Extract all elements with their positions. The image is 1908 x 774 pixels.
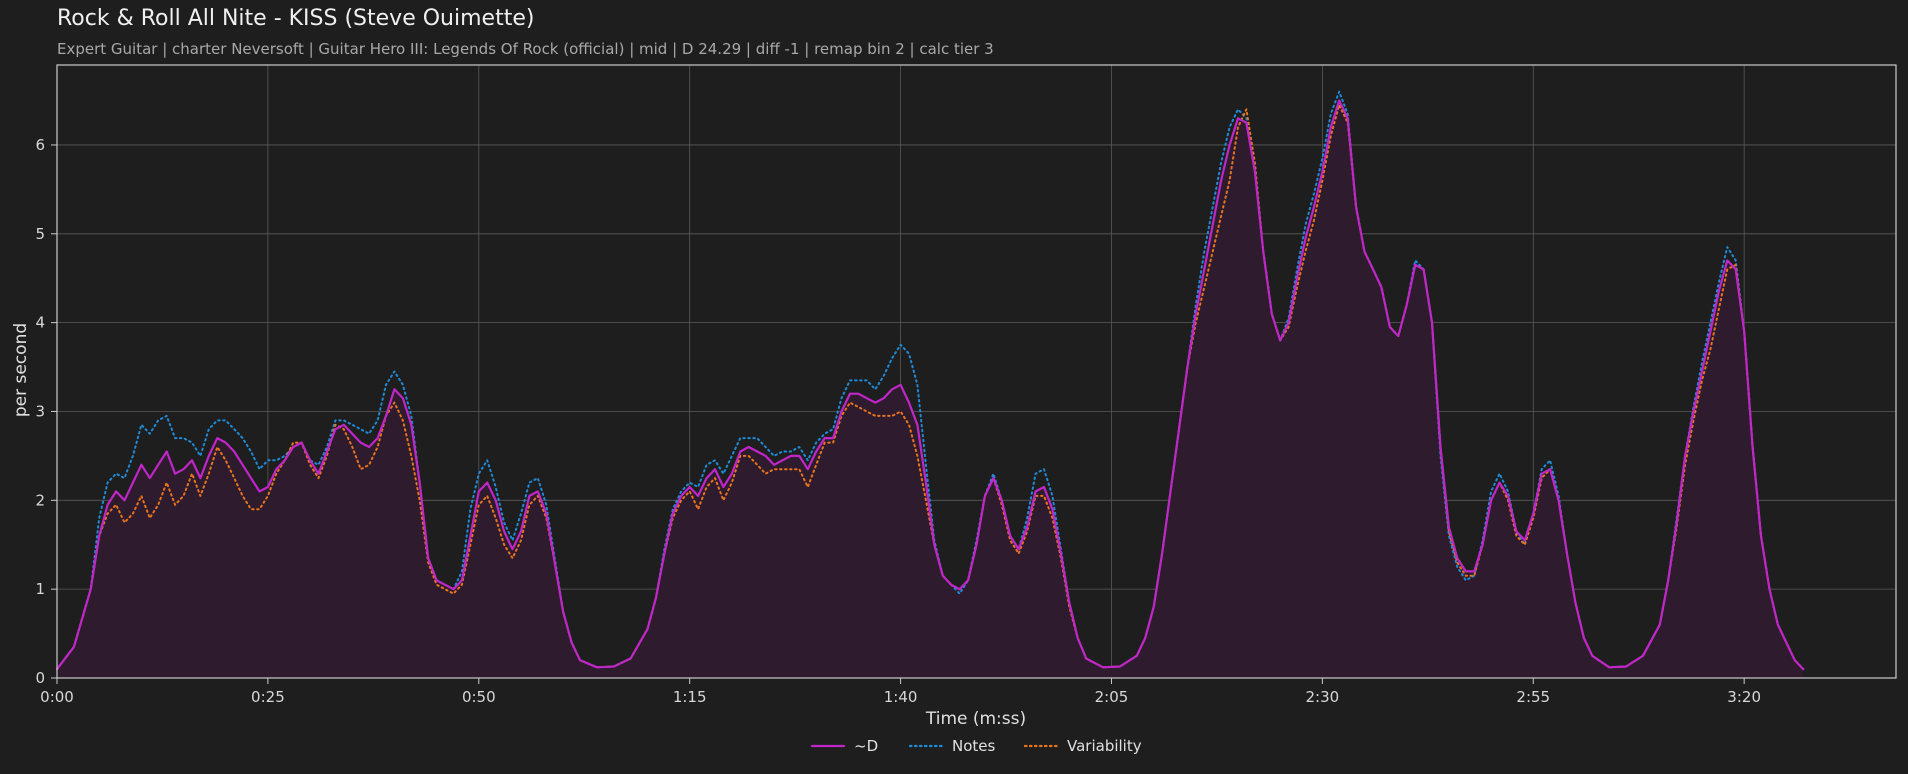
y-tick-label-2: 2	[35, 491, 45, 509]
y-tick-label-0: 0	[35, 669, 45, 687]
y-tick-label-6: 6	[35, 136, 45, 154]
y-tick-label-3: 3	[35, 402, 45, 420]
y-tick-label-5: 5	[35, 225, 45, 243]
chart-svg: 0:00 0:25 0:50 1:15 1:40 2:05 2:30 2:55 3:20 0 1 2 3…	[11, 64, 1897, 755]
y-tick-label-4: 4	[35, 314, 45, 332]
d-area-fill	[57, 100, 1804, 678]
legend: ~D Notes Variability	[810, 737, 1142, 755]
x-tick-label-6: 2:30	[1306, 688, 1340, 706]
legend-label-1: Notes	[952, 737, 996, 755]
x-tick-label-8: 3:20	[1727, 688, 1761, 706]
x-tick-label-7: 2:55	[1516, 688, 1550, 706]
x-tick-label-2: 0:50	[462, 688, 496, 706]
x-tick-label-1: 0:25	[251, 688, 285, 706]
fill-layer	[57, 100, 1804, 678]
y-axis-label: per second	[11, 323, 31, 417]
legend-label-0: ~D	[854, 737, 878, 755]
chart-root: Rock & Roll All Nite - KISS (Steve Ouime…	[0, 0, 1908, 774]
x-tick-label-3: 1:15	[673, 688, 707, 706]
x-axis-label: Time (m:ss)	[925, 709, 1026, 729]
x-tick-label-0: 0:00	[40, 688, 74, 706]
x-tick-label-4: 1:40	[884, 688, 918, 706]
legend-label-2: Variability	[1067, 737, 1142, 755]
y-tick-label-1: 1	[35, 580, 45, 598]
x-tick-label-5: 2:05	[1095, 688, 1129, 706]
